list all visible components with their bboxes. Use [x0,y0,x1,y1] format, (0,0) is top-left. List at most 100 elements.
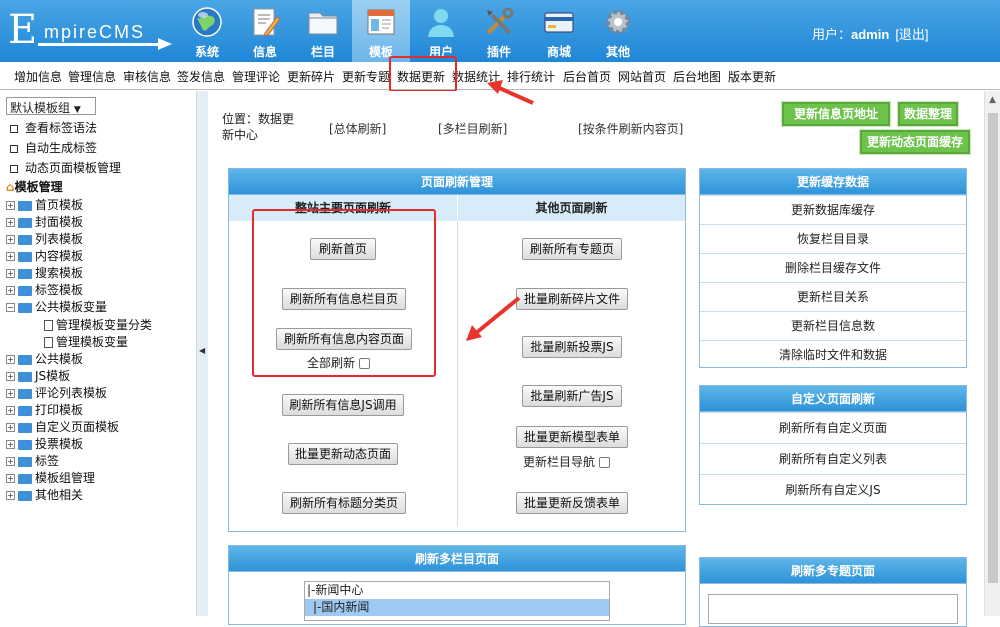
nav-user[interactable]: 用户 [412,0,470,62]
logout-link[interactable]: [退出] [895,27,928,42]
sidebar-tree-item[interactable]: + 其他相关 [6,486,83,503]
nav-plugin[interactable]: 插件 [470,0,528,62]
subnav-admin-home[interactable]: 后台首页 [563,68,611,85]
square-icon [10,164,18,173]
location-text: 位置：数据更新中心 [222,112,295,142]
column-option[interactable]: |-国内新闻 [305,599,609,616]
update-column-count-link[interactable]: 更新栏目信息数 [700,311,966,340]
subnav-update-fragment[interactable]: 更新碎片 [287,68,335,85]
sidebar-item-label: 查看标签语法 [25,121,98,135]
sidebar-splitter[interactable]: ◀ [196,91,208,616]
data-cleanup-button[interactable]: 数据整理 [898,102,958,126]
subnav-sign-info[interactable]: 签发信息 [177,68,225,85]
refresh-custom-js-link[interactable]: 刷新所有自定义JS [700,474,966,505]
sidebar-sub-item[interactable]: 管理模板变量 [44,333,128,350]
refresh-all-js-button[interactable]: 刷新所有信息JS调用 [282,394,404,416]
refresh-custom-lists-link[interactable]: 刷新所有自定义列表 [700,443,966,474]
expand-icon: + [6,286,15,295]
square-icon [10,144,18,153]
update-nav-checkbox[interactable] [598,457,610,468]
sidebar-quick-item[interactable]: 查看标签语法 [10,119,97,136]
sidebar-item-label: 自定义页面模板 [35,420,120,434]
column-divider [457,221,458,526]
sidebar-tree-item[interactable]: + 评论列表模板 [6,384,107,401]
right-column-header: 其他页面刷新 [458,195,685,221]
expand-icon: + [6,235,15,244]
sidebar-tree-item[interactable]: + 封面模板 [6,213,83,230]
column-option[interactable]: |-新闻中心 [305,582,609,599]
subnav-rank-stats[interactable]: 排行统计 [507,68,555,85]
expand-icon: + [6,389,15,398]
folder-icon [18,388,32,399]
special-listbox[interactable] [708,594,958,624]
sidebar-tree-item[interactable]: + JS模板 [6,367,70,384]
sidebar-tree-item[interactable]: + 列表模板 [6,230,83,247]
sidebar-quick-item[interactable]: 自动生成标签 [10,139,97,156]
nav-column[interactable]: 栏目 [294,0,352,62]
link-condition-refresh[interactable]: [按条件刷新内容页] [578,120,683,137]
chevron-down-icon: ▼ [73,105,81,115]
nav-info[interactable]: 信息 [236,0,294,62]
nav-other[interactable]: 其他 [589,0,647,62]
sidebar-tree-item[interactable]: + 标签模板 [6,281,83,298]
subnav-data-stats[interactable]: 数据统计 [452,68,500,85]
collapse-left-icon[interactable]: ◀ [199,346,205,355]
sidebar-tree-item[interactable]: + 自定义页面模板 [6,418,119,435]
vertical-scrollbar[interactable]: ▲ [984,91,1000,616]
sidebar-sub-item[interactable]: 管理模板变量分类 [44,316,152,333]
sidebar-tree-item[interactable]: + 公共模板 [6,350,83,367]
expand-icon: + [6,406,15,415]
sidebar-quick-item[interactable]: 动态页面模板管理 [10,159,121,176]
subnav-manage-comment[interactable]: 管理评论 [232,68,280,85]
batch-update-feedback-form-button[interactable]: 批量更新反馈表单 [516,492,628,514]
sidebar-item-label: 封面模板 [35,215,84,229]
update-db-cache-link[interactable]: 更新数据库缓存 [700,195,966,224]
nav-template[interactable]: 模板 [352,0,410,62]
sidebar-tree-item[interactable]: + 投票模板 [6,435,83,452]
subnav-update-special[interactable]: 更新专题 [342,68,390,85]
column-listbox[interactable]: |-新闻中心 |-国内新闻 [304,581,610,621]
template-group-select[interactable]: 默认模板组 ▼ [6,97,96,115]
expand-icon: + [6,423,15,432]
refresh-custom-pages-link[interactable]: 刷新所有自定义页面 [700,412,966,443]
expand-icon: + [6,491,15,500]
delete-column-cache-link[interactable]: 删除栏目缓存文件 [700,253,966,282]
link-multi-column-refresh[interactable]: [多栏目刷新] [438,120,507,137]
batch-refresh-fragment-button[interactable]: 批量刷新碎片文件 [516,288,628,310]
sidebar-tree-item[interactable]: + 搜索模板 [6,264,83,281]
subnav-add-info[interactable]: 增加信息 [14,68,62,85]
nav-shop[interactable]: 商城 [530,0,588,62]
scroll-thumb[interactable] [988,113,998,583]
update-info-url-button[interactable]: 更新信息页地址 [782,102,890,126]
update-dynamic-cache-button[interactable]: 更新动态页面缓存 [860,130,970,154]
sidebar-tree-item[interactable]: + 模板组管理 [6,469,95,486]
sidebar-item-label: 首页模板 [35,198,84,212]
batch-update-model-form-button[interactable]: 批量更新模型表单 [516,426,628,448]
user-prefix: 用户： [812,27,852,42]
subnav-site-home[interactable]: 网站首页 [618,68,666,85]
clear-temp-link[interactable]: 清除临时文件和数据 [700,340,966,369]
update-column-relation-link[interactable]: 更新栏目关系 [700,282,966,311]
sidebar-tree-item[interactable]: + 内容模板 [6,247,83,264]
batch-refresh-ad-js-button[interactable]: 批量刷新广告JS [522,385,622,407]
refresh-all-special-button[interactable]: 刷新所有专题页 [522,238,622,260]
credit-card-icon [544,12,574,33]
scroll-up-icon[interactable]: ▲ [989,95,996,105]
restore-column-dir-link[interactable]: 恢复栏目目录 [700,224,966,253]
link-overall-refresh[interactable]: [总体刷新] [329,120,386,137]
refresh-title-category-button[interactable]: 刷新所有标题分类页 [282,492,406,514]
nav-system[interactable]: 系统 [178,0,236,62]
sidebar-tree-item[interactable]: + 首页模板 [6,196,83,213]
folder-icon [18,354,32,365]
subnav-review-info[interactable]: 审核信息 [123,68,171,85]
sidebar-tree-item[interactable]: + 标签 [6,452,59,469]
sidebar-root[interactable]: ⌂模板管理 [6,178,63,195]
batch-update-dynamic-button[interactable]: 批量更新动态页面 [288,443,398,465]
batch-refresh-vote-js-button[interactable]: 批量刷新投票JS [522,336,622,358]
globe-icon [192,7,222,37]
sidebar-tree-item[interactable]: + 打印模板 [6,401,83,418]
sidebar-tree-item[interactable]: − 公共模板变量 [6,298,107,315]
subnav-manage-info[interactable]: 管理信息 [68,68,116,85]
subnav-admin-map[interactable]: 后台地图 [673,68,721,85]
subnav-version-update[interactable]: 版本更新 [728,68,776,85]
